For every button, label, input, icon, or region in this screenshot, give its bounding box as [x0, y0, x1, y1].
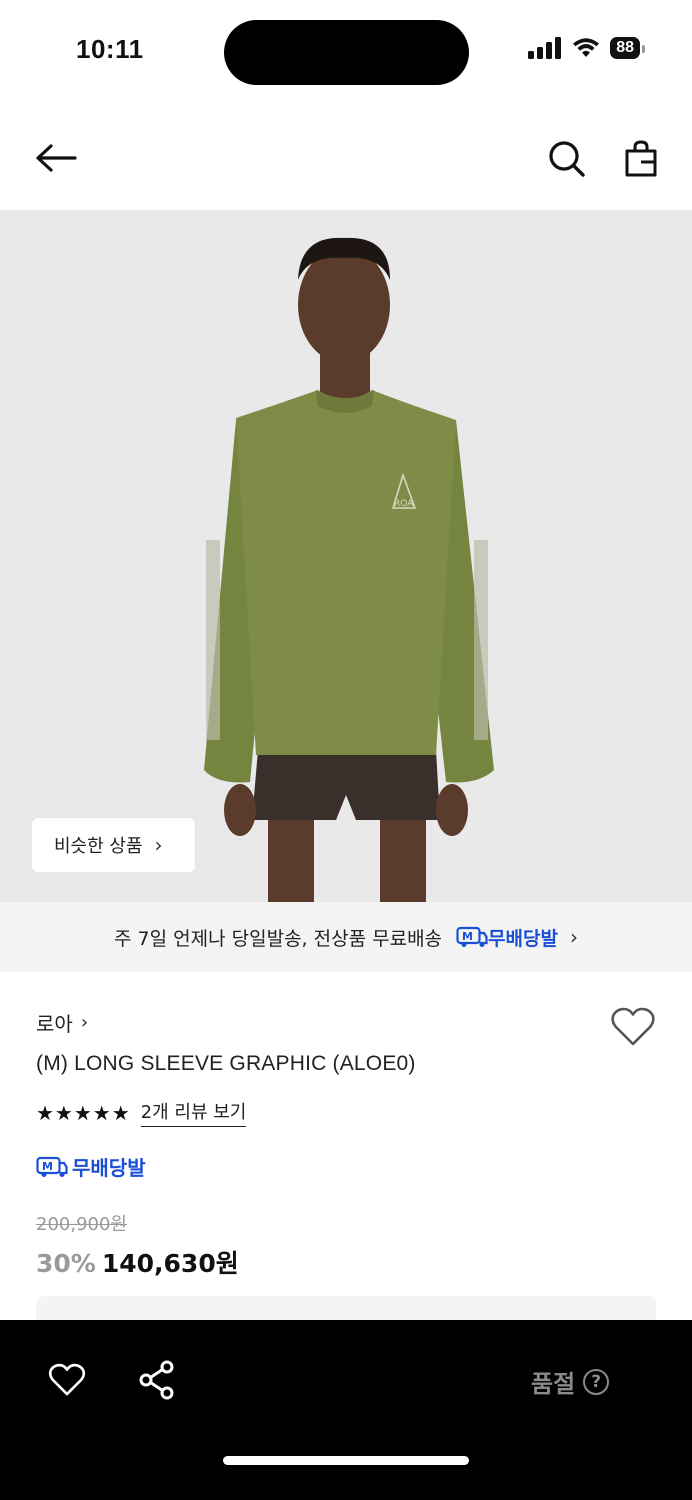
delivery-text: 주 7일 언제나 당일발송, 전상품 무료배송	[114, 927, 443, 950]
free-delivery-badge: M 무배당발	[456, 924, 558, 951]
cart-button[interactable]	[618, 136, 664, 182]
free-shipping-label: 무배당발	[72, 1156, 146, 1180]
arrow-left-icon	[36, 144, 77, 172]
chevron-right-icon: ›	[154, 833, 163, 857]
status-time: 10:11	[76, 34, 144, 64]
svg-text:M: M	[42, 1160, 53, 1173]
search-button[interactable]	[544, 136, 590, 182]
product-image[interactable]: ROA 비슷한 상품 ›	[0, 210, 692, 902]
rating-row: ★★★★★ 2개 리뷰 보기	[36, 1098, 247, 1127]
sale-price: 140,630원	[101, 1249, 239, 1278]
heart-icon	[48, 1363, 86, 1396]
discount-rate: 30%	[36, 1249, 96, 1278]
back-button[interactable]	[32, 136, 80, 180]
delivery-truck-icon: M	[456, 926, 488, 947]
brand-name: 로아	[36, 1012, 73, 1036]
home-indicator[interactable]	[223, 1456, 469, 1465]
dynamic-island	[224, 20, 469, 85]
delivery-banner[interactable]: 주 7일 언제나 당일발송, 전상품 무료배송 M 무배당발 ›	[0, 902, 692, 972]
nav-bar	[0, 104, 692, 210]
free-shipping-badge: M 무배당발	[36, 1152, 146, 1181]
signal-icon	[528, 37, 562, 59]
like-button[interactable]	[48, 1362, 86, 1398]
similar-products-label: 비슷한 상품	[54, 836, 143, 857]
wishlist-button[interactable]	[610, 1006, 656, 1048]
review-link[interactable]: 2개 리뷰 보기	[140, 1098, 247, 1127]
delivery-truck-icon: M	[36, 1156, 68, 1177]
battery-indicator: 88	[610, 37, 645, 59]
status-icons: 88	[528, 37, 645, 59]
soldout-status: 품절 ?	[531, 1364, 610, 1399]
bottom-action-bar: 품절 ?	[0, 1320, 692, 1500]
chevron-right-icon: ›	[80, 1012, 89, 1033]
share-button[interactable]	[138, 1360, 176, 1400]
rating-stars: ★★★★★	[36, 1100, 131, 1125]
brand-link[interactable]: 로아 ›	[36, 1008, 88, 1037]
chevron-right-icon: ›	[569, 925, 578, 949]
heart-icon	[611, 1007, 655, 1046]
status-bar: 10:11 88	[0, 0, 692, 104]
product-photo: ROA	[204, 237, 494, 902]
product-title: (M) LONG SLEEVE GRAPHIC (ALOE0)	[36, 1052, 416, 1075]
svg-text:M: M	[462, 930, 473, 943]
search-icon	[549, 141, 585, 177]
soldout-label: 품절	[531, 1370, 576, 1398]
similar-products-button[interactable]: 비슷한 상품 ›	[32, 818, 195, 872]
price-row: 30% 140,630원	[36, 1244, 239, 1280]
help-icon[interactable]: ?	[583, 1368, 610, 1395]
svg-text:ROA: ROA	[394, 499, 414, 509]
share-icon	[139, 1360, 174, 1400]
wifi-icon	[573, 38, 600, 57]
original-price: 200,900원	[36, 1214, 127, 1235]
shopping-bag-icon	[625, 140, 657, 177]
free-delivery-label: 무배당발	[488, 927, 558, 950]
